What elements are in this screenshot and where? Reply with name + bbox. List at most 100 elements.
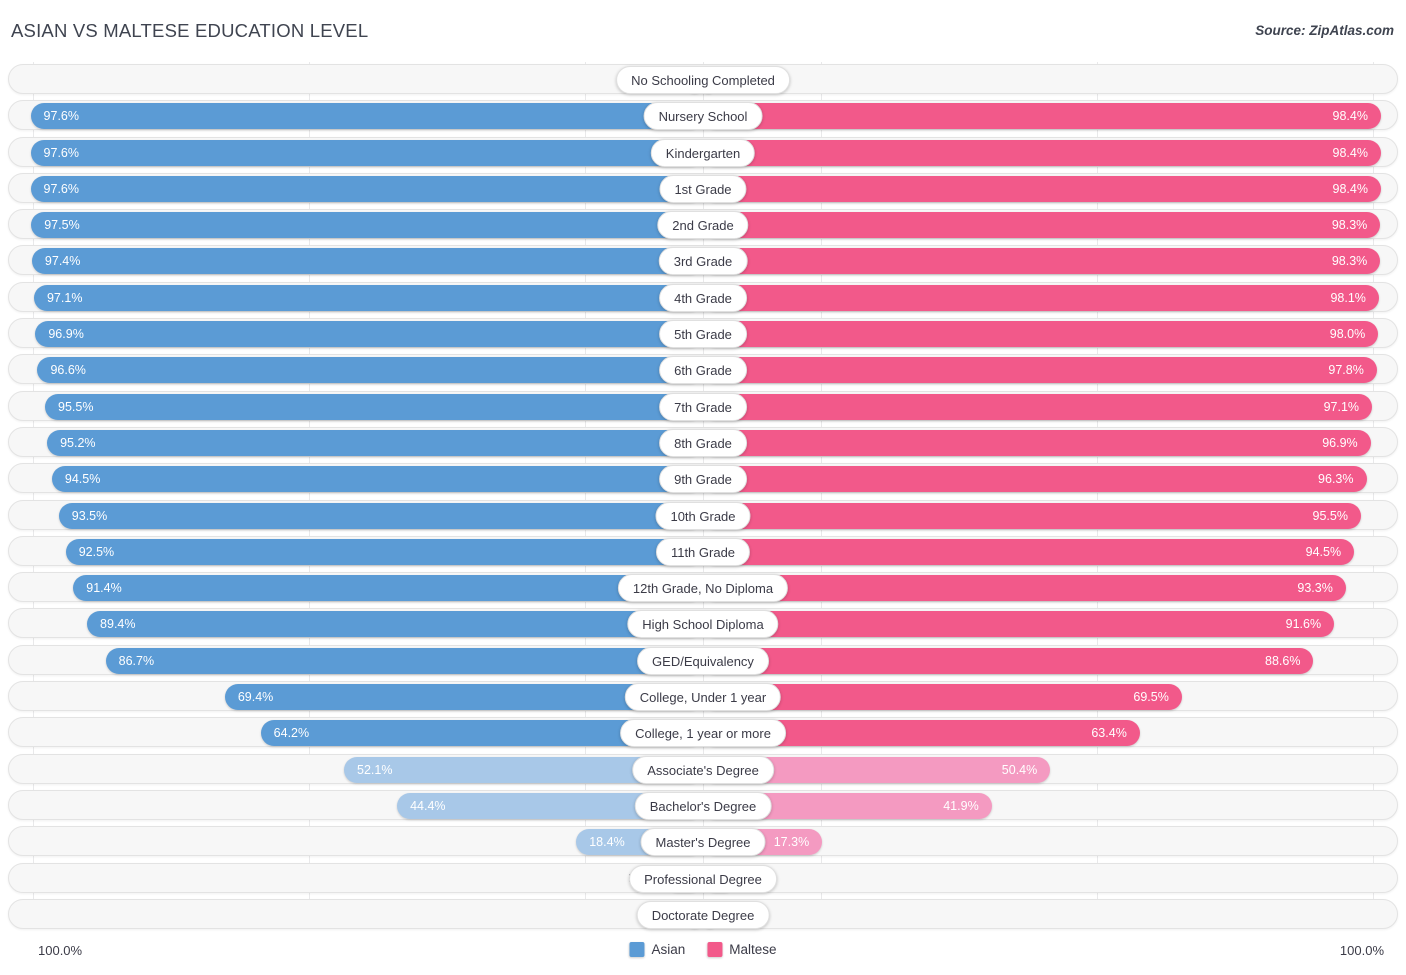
bar-asian: 97.5% [31, 212, 703, 239]
chart-row: 86.7% 88.6% GED/Equivalency [8, 644, 1398, 675]
bar-value-maltese: 97.8% [1328, 363, 1364, 378]
bar-value-maltese: 98.3% [1331, 218, 1368, 233]
bar-value-maltese: 63.4% [1091, 726, 1127, 741]
bar-value-asian: 44.4% [410, 798, 446, 813]
bar-value-maltese: 98.4% [1332, 145, 1368, 160]
bar-maltese: 98.4% [703, 175, 1381, 202]
bar-value-asian: 97.6% [43, 181, 79, 196]
category-label: Professional Degree [629, 864, 777, 893]
chart-row: 69.4% 69.5% College, Under 1 year [8, 681, 1398, 712]
bar-maltese: 96.9% [703, 429, 1371, 456]
chart-row: 64.2% 63.4% College, 1 year or more [8, 717, 1398, 748]
category-label: Nursery School [643, 102, 763, 131]
chart-rows: 2.4%1.6%No Schooling Completed 97.6% 98.4%… [8, 64, 1398, 935]
bar-asian: 97.6% [30, 175, 703, 202]
chart-row: 97.4% 98.3% 3rd Grade [8, 245, 1398, 276]
axis-min-label: 100.0% [38, 943, 83, 958]
category-label: 7th Grade [659, 392, 747, 421]
bar-value-asian: 97.5% [44, 218, 80, 233]
bar-asian: 94.5% [51, 466, 703, 493]
bar-maltese: 97.8% [703, 357, 1377, 384]
bar-asian: 96.9% [35, 321, 703, 348]
bar-value-maltese: 97.1% [1323, 399, 1360, 414]
chart-row: 5.5%5.0%Professional Degree [8, 862, 1398, 893]
bar-asian: 97.4% [31, 248, 703, 275]
category-label: Kindergarten [650, 138, 756, 167]
bar-value-asian: 97.6% [43, 145, 79, 160]
bar-maltese: 88.6% [703, 647, 1314, 674]
bar-value-asian: 69.4% [237, 690, 274, 705]
bar-value-asian: 89.4% [100, 617, 136, 632]
bar-asian: 86.7% [105, 647, 703, 674]
chart-row: 97.6% 98.4% Nursery School [8, 100, 1398, 131]
category-label: 2nd Grade [657, 211, 749, 240]
bar-value-maltese: 17.3% [773, 835, 810, 850]
bar-asian: 97.6% [30, 103, 703, 130]
category-label: 11th Grade [655, 537, 751, 566]
chart-row: 93.5% 95.5% 10th Grade [8, 499, 1398, 530]
bar-asian: 95.5% [45, 393, 703, 420]
legend-swatch-icon [629, 942, 645, 957]
bar-value-maltese: 98.4% [1332, 181, 1368, 196]
bar-value-maltese: 94.5% [1305, 544, 1342, 559]
bar-value-maltese: 91.6% [1285, 617, 1322, 632]
bar-value-asian: 97.4% [44, 254, 81, 269]
category-label: No Schooling Completed [616, 66, 790, 94]
chart-legend: Asian Maltese [629, 942, 777, 957]
bar-asian: 97.6% [30, 139, 703, 166]
bar-value-maltese: 50.4% [1001, 762, 1038, 777]
bar-value-asian: 94.5% [64, 472, 101, 487]
bar-value-maltese: 96.3% [1318, 472, 1354, 487]
bar-asian: 91.4% [73, 575, 703, 602]
chart-row: 2.4%1.6%No Schooling Completed [8, 64, 1398, 94]
chart-row: 2.4%2.1%Doctorate Degree [8, 898, 1398, 929]
chart-row: 97.5% 98.3% 2nd Grade [8, 209, 1398, 240]
category-label: Associate's Degree [632, 755, 774, 784]
bar-maltese: 95.5% [703, 502, 1361, 529]
category-label: 1st Grade [659, 174, 747, 203]
category-label: 9th Grade [659, 465, 747, 494]
bar-value-maltese: 69.5% [1133, 690, 1169, 705]
category-label: College, 1 year or more [620, 719, 786, 748]
chart-row: 44.4% 41.9% Bachelor's Degree [8, 789, 1398, 820]
legend-item-maltese[interactable]: Maltese [707, 942, 777, 957]
bar-value-maltese: 98.0% [1329, 327, 1366, 342]
bar-value-asian: 92.5% [78, 544, 115, 559]
bar-value-maltese: 98.1% [1330, 290, 1366, 305]
bar-value-maltese: 88.6% [1265, 653, 1301, 668]
bar-maltese: 98.3% [703, 248, 1381, 275]
bar-value-asian: 64.2% [273, 726, 310, 741]
bar-maltese: 98.4% [703, 103, 1381, 130]
category-label: 6th Grade [659, 356, 747, 385]
bar-value-asian: 95.5% [58, 399, 94, 414]
category-label: Master's Degree [640, 828, 766, 857]
chart-row: 96.9% 98.0% 5th Grade [8, 318, 1398, 349]
chart-row: 97.6% 98.4% Kindergarten [8, 136, 1398, 167]
bar-asian: 95.2% [47, 429, 703, 456]
category-label: College, Under 1 year [624, 683, 782, 712]
category-label: High School Diploma [627, 610, 779, 639]
chart-row: 92.5% 94.5% 11th Grade [8, 535, 1398, 566]
chart-footer: 100.0% Asian Maltese 100.0% [0, 937, 1406, 975]
category-label: 3rd Grade [658, 247, 748, 276]
bar-value-asian: 96.9% [48, 327, 84, 342]
bar-value-asian: 52.1% [357, 762, 393, 777]
bar-value-asian: 97.1% [46, 290, 83, 305]
bar-maltese: 91.6% [703, 611, 1335, 638]
bar-value-asian: 86.7% [118, 653, 155, 668]
diverging-bar-chart: 2.4%1.6%No Schooling Completed 97.6% 98.4%… [0, 58, 1406, 938]
category-label: GED/Equivalency [637, 646, 769, 675]
axis-max-label: 100.0% [1339, 943, 1384, 958]
chart-row: 18.4% 17.3% Master's Degree [8, 826, 1398, 857]
bar-value-asian: 93.5% [71, 508, 108, 523]
bar-asian: 97.1% [33, 284, 703, 311]
bar-value-maltese: 96.9% [1322, 435, 1358, 450]
bar-asian: 93.5% [58, 502, 703, 529]
bar-value-maltese: 98.3% [1331, 254, 1368, 269]
legend-item-asian[interactable]: Asian [629, 942, 685, 957]
bar-value-asian: 95.2% [60, 435, 96, 450]
bar-maltese: 98.3% [703, 212, 1381, 239]
category-label: 10th Grade [655, 501, 751, 530]
bar-value-maltese: 93.3% [1297, 581, 1333, 596]
bar-value-asian: 91.4% [86, 581, 122, 596]
